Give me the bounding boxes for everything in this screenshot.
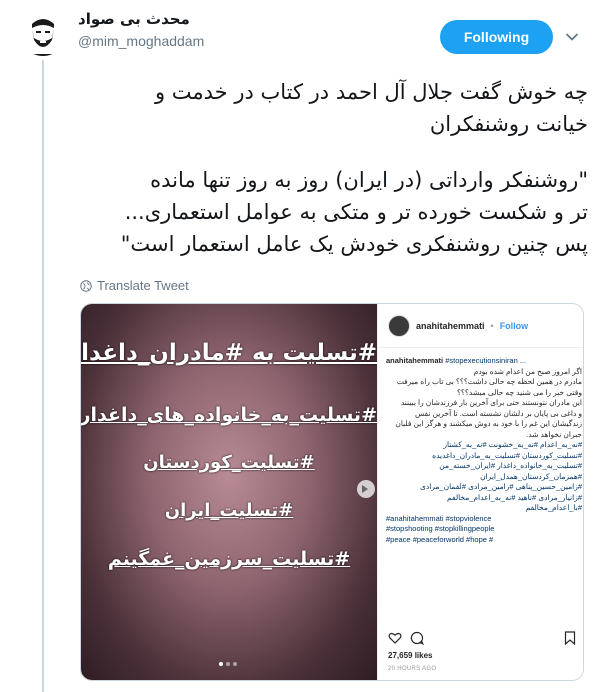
caption-hashtag-row[interactable]: #تسلیت_کوردستان #تسلیت_به_مادران_داغدیده (386, 451, 582, 462)
caption-row: و داغی بی پایان بر دلشان نشسته است. تا آ… (414, 408, 582, 418)
tweet-text-line: "روشنفکر وارداتی (در ایران) روز به روز ت… (150, 168, 588, 192)
instagram-actions (388, 630, 576, 646)
tweet-header: محدث بی صواد @mim_moghaddam (78, 10, 204, 50)
following-button[interactable]: Following (440, 20, 553, 54)
comment-icon[interactable] (410, 630, 425, 649)
tweet-text-line: پس چنین روشنفکری خودش یک عامل استعمار اس… (120, 232, 588, 256)
avatar[interactable] (20, 10, 66, 56)
instagram-panel: anahitahemmati • Follow anahitahemmati #… (377, 304, 583, 680)
bookmark-icon[interactable] (564, 630, 576, 649)
caption-hashtag-row[interactable]: #stopshooting #stopkillingpeople (386, 524, 582, 535)
caption-row: وقتی خبر را می شنید چه حالی میشد؟؟؟ (456, 387, 582, 397)
caption-row: این مادران نتونستند حتی برای آخرین بار ف… (400, 398, 582, 407)
bearded-man-avatar-icon (20, 10, 66, 56)
tweet-text: چه خوش گفت جلال آل احمد در کتاب در خدمت … (80, 76, 588, 260)
caption-hashtag-row[interactable]: #با_اعدام_مخالفم (386, 503, 582, 514)
carousel-dots (219, 662, 237, 666)
instagram-likes[interactable]: 27,659 likes (388, 651, 432, 660)
carousel-dot (226, 662, 230, 666)
display-name[interactable]: محدث بی صواد (78, 10, 204, 28)
image-hashtag: #تسلیت_سرزمین_غمگینم (107, 548, 351, 570)
tweet-text-line: خیانت روشنفکران (429, 112, 588, 136)
caption-hashtag-row[interactable]: #زامین_حسین_پناهی #رامین_مرادی #لقمان_مر… (386, 482, 582, 493)
caption-row: anahitahemmati #stopexecutionsiniran ... (386, 356, 527, 365)
tweet-text-line: تر و شکست خورده تر و متکی به عوامل استعم… (124, 200, 588, 224)
thread-line (42, 60, 44, 692)
tweet-text-line: چه خوش گفت جلال آل احمد در کتاب در خدمت … (154, 80, 588, 104)
image-hashtag: #تسلیت_کوردستان (143, 452, 315, 473)
caption-row: اگر امروز صبح من اعدام شده بودم (473, 366, 582, 376)
hashtag-image[interactable]: #تسلیت به #مادران_داغدار #تسلیت_به_خانوا… (80, 304, 377, 680)
carousel-next-icon[interactable] (357, 480, 375, 498)
instagram-avatar[interactable] (388, 314, 410, 337)
instagram-timestamp: 20 HOURS AGO (388, 666, 437, 672)
globe-icon (80, 279, 92, 292)
image-hashtag: #تسلیت_ایران (164, 500, 294, 521)
media-card[interactable]: #تسلیت به #مادران_داغدار #تسلیت_به_خانوا… (80, 303, 584, 681)
translate-tweet-link[interactable]: Translate Tweet (80, 278, 189, 293)
image-hashtag: #تسلیت_به_خانواده_های_داغدار (80, 404, 377, 426)
heart-icon[interactable] (388, 630, 402, 649)
username[interactable]: @mim_moghaddam (78, 32, 204, 50)
caption-row: زندگیشان این غم را با خود به دوش میکشند … (395, 419, 582, 428)
image-hashtag: #تسلیت به #مادران_داغدار (80, 340, 377, 366)
caption-row: جبران نخواهد شد. (526, 429, 582, 439)
translate-label[interactable]: Translate Tweet (97, 278, 189, 293)
caption-hashtag-row[interactable]: #تسلیت_به_خانواده_داغدار #ایران_خسته_من (386, 461, 582, 472)
carousel-dot (233, 662, 237, 666)
caption-hashtag-row[interactable]: #نه_به_اعدام #نه_به_خشونت #نه_به_کشتار (386, 440, 582, 451)
carousel-dot (219, 662, 223, 666)
caption-hashtag-row[interactable]: #anahitahemmati #stopviolence (386, 514, 582, 525)
instagram-caption: anahitahemmati #stopexecutionsiniran ...… (386, 356, 582, 618)
caption-hashtag-row[interactable]: #زانیار_مرادی #ناهید #نه_به_اعدام_مخالفم (386, 493, 582, 504)
caption-row: مادرم در همین لحظه چه حالی داشت؟؟؟ بی تا… (396, 377, 582, 386)
chevron-down-icon[interactable] (565, 30, 579, 44)
caption-hashtag-row[interactable]: #peace #peaceforworld #hope # (386, 535, 582, 546)
instagram-username[interactable]: anahitahemmati (416, 321, 485, 331)
instagram-header: anahitahemmati • Follow (378, 304, 583, 348)
caption-hashtag-row[interactable]: #همزمان_کردستان_همدل_ایران (386, 472, 582, 483)
instagram-follow-link[interactable]: Follow (500, 321, 529, 331)
